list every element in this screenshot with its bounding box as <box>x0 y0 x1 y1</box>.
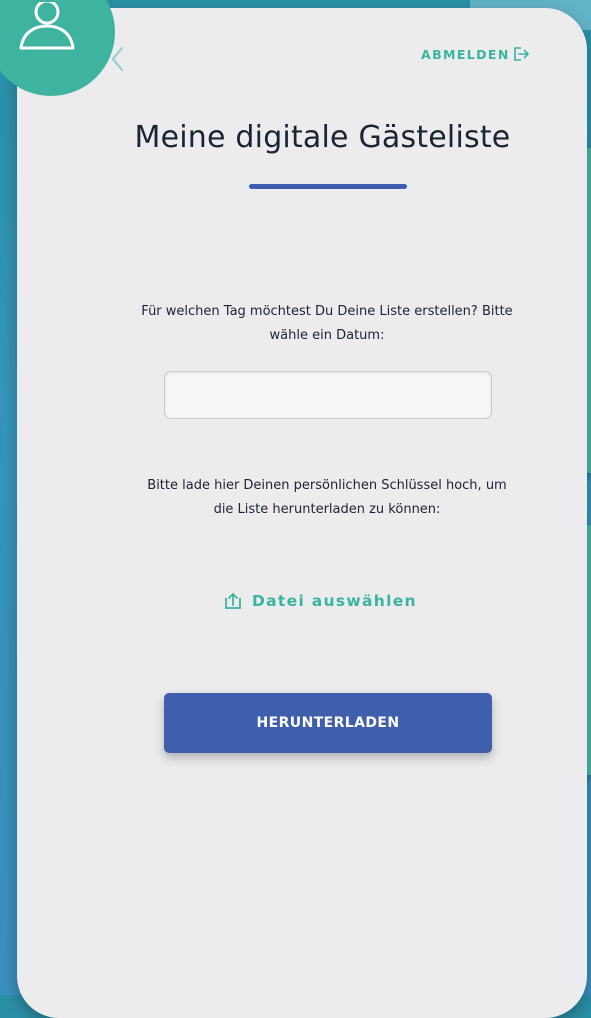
date-input[interactable] <box>164 371 492 419</box>
avatar[interactable] <box>0 0 115 96</box>
upload-icon <box>225 593 241 609</box>
file-select-label: Datei auswählen <box>252 592 417 610</box>
logout-button[interactable]: ABMELDEN <box>421 46 530 62</box>
title-underline <box>249 184 407 189</box>
file-select-button[interactable]: Datei auswählen <box>222 592 417 610</box>
logout-label: ABMELDEN <box>421 46 510 62</box>
page-title: Meine digitale Gästeliste <box>134 120 511 155</box>
key-upload-prompt: Bitte lade hier Deinen persönlichen Schl… <box>147 478 507 517</box>
main-panel: ABMELDEN Meine digitale Gästeliste Für w… <box>0 0 587 1018</box>
download-button[interactable]: HERUNTERLADEN <box>164 693 492 753</box>
date-prompt: Für welchen Tag möchtest Du Deine Liste … <box>141 304 513 343</box>
logout-icon <box>513 47 529 61</box>
user-icon <box>19 2 75 50</box>
